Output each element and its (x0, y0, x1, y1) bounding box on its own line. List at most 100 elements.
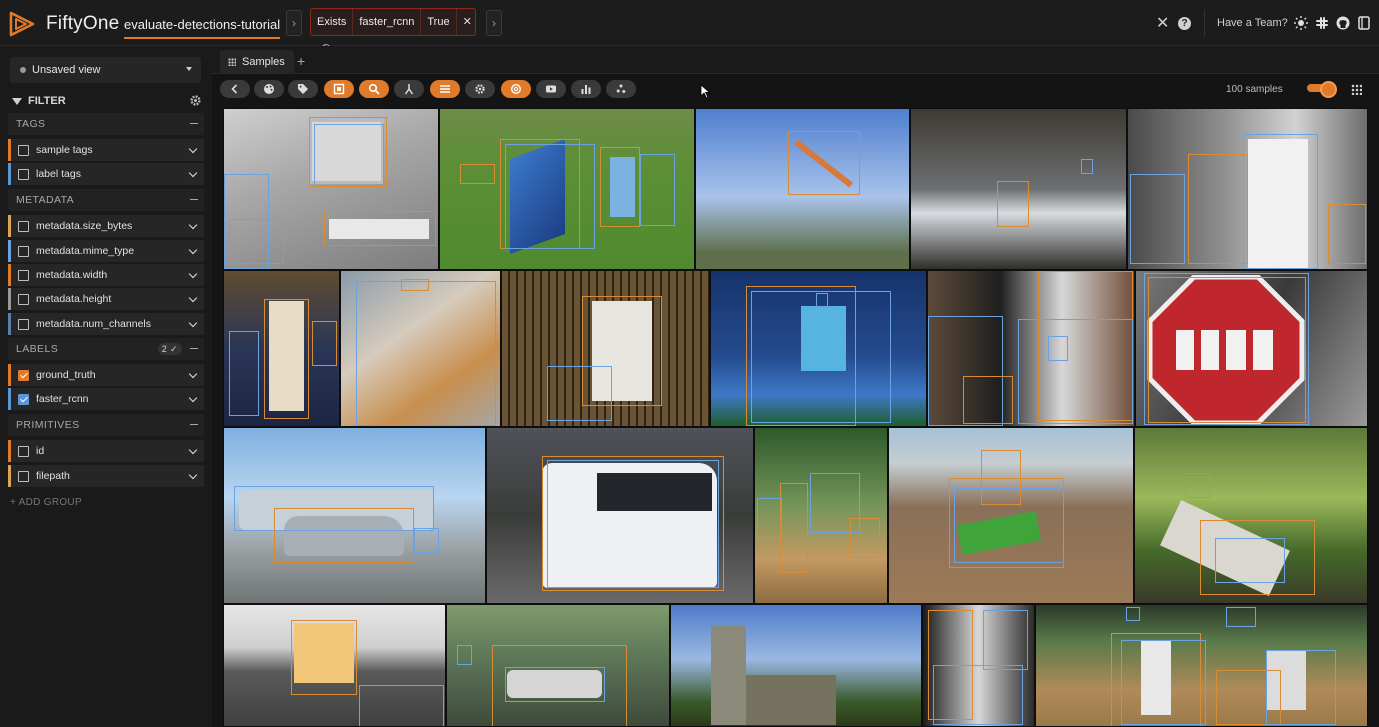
field-id[interactable]: id (8, 440, 204, 462)
sample-thumbnail[interactable] (1035, 604, 1368, 727)
group-metadata[interactable]: METADATA (8, 189, 204, 211)
dataset-selector[interactable]: evaluate-detections-tutorial (124, 17, 281, 39)
color-scheme-button[interactable] (254, 80, 284, 98)
collapse-icon[interactable] (190, 199, 198, 200)
sample-thumbnail[interactable] (486, 427, 754, 604)
book-icon[interactable] (1357, 16, 1371, 30)
help-button[interactable]: ? (1178, 0, 1191, 46)
sample-thumbnail[interactable] (340, 270, 501, 427)
grid-layout-icon[interactable] (1351, 84, 1362, 95)
checkbox[interactable] (18, 220, 29, 232)
similarity-search-button[interactable] (359, 80, 389, 98)
back-button[interactable] (220, 80, 250, 98)
sample-thumbnail[interactable] (927, 270, 1135, 427)
view-bar-next-button[interactable]: › (486, 10, 502, 36)
labels-count-badge[interactable]: 2 ✓ (157, 343, 182, 355)
embeddings-button[interactable] (606, 80, 636, 98)
field-size-bytes[interactable]: metadata.size_bytes (8, 215, 204, 237)
sample-thumbnail[interactable] (439, 108, 695, 270)
field-filepath[interactable]: filepath (8, 465, 204, 487)
sample-thumbnail[interactable] (223, 108, 439, 270)
settings-button[interactable] (465, 80, 495, 98)
chevron-down-icon[interactable] (188, 369, 198, 379)
chevron-down-icon[interactable] (188, 168, 198, 178)
sun-icon[interactable] (1294, 16, 1308, 30)
sample-thumbnail[interactable] (223, 604, 446, 727)
github-icon[interactable] (1336, 16, 1350, 30)
tag-button[interactable] (288, 80, 318, 98)
group-primitives[interactable]: PRIMITIVES (8, 414, 204, 436)
sample-thumbnail[interactable] (670, 604, 922, 727)
clear-view-icon[interactable]: ✕ (1156, 0, 1169, 46)
add-group-button[interactable]: + ADD GROUP (10, 497, 82, 508)
checkbox-checked[interactable] (18, 369, 29, 381)
stage-value[interactable]: True (421, 9, 457, 35)
saved-views-select[interactable]: Unsaved view (10, 57, 201, 83)
tab-samples[interactable]: Samples (220, 50, 294, 74)
checkbox[interactable] (18, 293, 29, 305)
sample-thumbnail[interactable] (1135, 270, 1368, 427)
brand-name[interactable]: FiftyOne (46, 13, 119, 35)
field-width[interactable]: metadata.width (8, 264, 204, 286)
collapse-icon[interactable] (190, 123, 198, 124)
checkbox-checked[interactable] (18, 393, 29, 405)
chevron-down-icon[interactable] (188, 220, 198, 230)
stage-op[interactable]: Exists? (311, 9, 354, 54)
gear-icon[interactable] (189, 94, 202, 107)
chevron-down-icon[interactable] (188, 269, 198, 279)
group-labels[interactable]: LABELS 2 ✓ (8, 338, 204, 360)
chevron-down-icon[interactable] (188, 393, 198, 403)
field-mime-type[interactable]: metadata.mime_type (8, 240, 204, 262)
sample-thumbnail[interactable] (223, 427, 486, 604)
chevron-down-icon[interactable] (188, 293, 198, 303)
field-faster-rcnn[interactable]: faster_rcnn (8, 388, 204, 410)
view-stage-pill[interactable]: Exists? faster_rcnn True ✕ (310, 8, 478, 54)
field-height[interactable]: metadata.height (8, 288, 204, 310)
histograms-button[interactable] (571, 80, 601, 98)
sample-thumbnail[interactable] (446, 604, 670, 727)
field-ground-truth[interactable]: ground_truth (8, 364, 204, 386)
checkbox[interactable] (18, 269, 29, 281)
chevron-down-icon[interactable] (188, 245, 198, 255)
close-icon[interactable]: ✕ (457, 9, 478, 35)
have-a-team-link[interactable]: Have a Team? (1217, 0, 1288, 46)
options-button[interactable] (430, 80, 460, 98)
sample-thumbnail[interactable] (888, 427, 1134, 604)
chevron-down-icon[interactable] (188, 445, 198, 455)
fiftyone-logo-icon[interactable] (8, 10, 36, 38)
collapse-icon[interactable] (190, 348, 198, 349)
checkbox[interactable] (18, 318, 29, 330)
chevron-down-icon[interactable] (188, 318, 198, 328)
field-label-tags[interactable]: label tags (8, 163, 204, 185)
sample-thumbnail[interactable] (754, 427, 888, 604)
sample-thumbnail[interactable] (1134, 427, 1368, 604)
field-sample-tags[interactable]: sample tags (8, 139, 204, 161)
sample-thumbnail[interactable] (922, 604, 1035, 727)
add-panel-icon[interactable]: + (297, 53, 305, 69)
checkbox[interactable] (18, 445, 29, 457)
sample-thumbnail[interactable] (223, 270, 340, 427)
sample-thumbnail[interactable] (710, 270, 927, 427)
group-tags[interactable]: TAGS (8, 113, 204, 135)
checkbox[interactable] (18, 168, 29, 180)
patches-button[interactable] (324, 80, 354, 98)
field-num-channels[interactable]: metadata.num_channels (8, 313, 204, 335)
chevron-down-icon[interactable] (188, 144, 198, 154)
checkbox[interactable] (18, 144, 29, 156)
openai-plugin-button[interactable] (501, 80, 531, 98)
view-dot-icon (20, 67, 26, 73)
collapse-icon[interactable] (190, 424, 198, 425)
sample-thumbnail[interactable] (695, 108, 910, 270)
chevron-down-icon[interactable] (188, 470, 198, 480)
view-bar-prev-button[interactable]: › (286, 10, 302, 36)
slack-icon[interactable] (1315, 16, 1329, 30)
label-opacity-toggle[interactable] (1307, 81, 1337, 98)
sample-thumbnail[interactable] (910, 108, 1127, 270)
sort-by-similarity-button[interactable] (394, 80, 424, 98)
checkbox[interactable] (18, 245, 29, 257)
checkbox[interactable] (18, 470, 29, 482)
sample-thumbnail[interactable] (1127, 108, 1368, 270)
sample-thumbnail[interactable] (501, 270, 710, 427)
video-button[interactable] (536, 80, 566, 98)
stage-field[interactable]: faster_rcnn (353, 9, 422, 35)
